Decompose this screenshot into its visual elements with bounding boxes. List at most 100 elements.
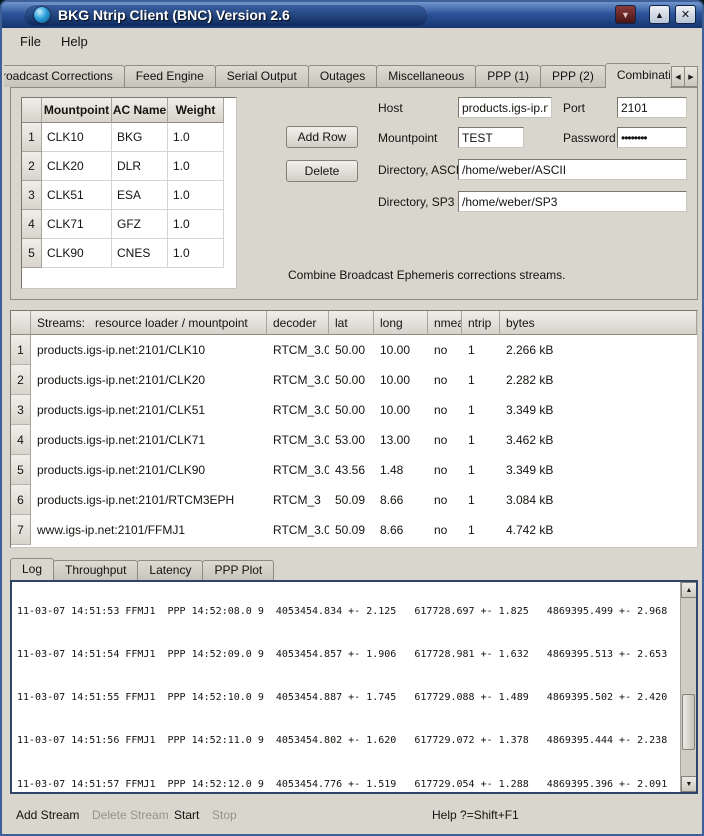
tab-ppp-1[interactable]: PPP (1)	[475, 65, 541, 87]
close-button[interactable]: ✕	[675, 5, 696, 24]
cell-nmea[interactable]: no	[428, 335, 462, 365]
cell-weight[interactable]: 1.0	[168, 123, 224, 152]
cell-decoder[interactable]: RTCM_3.0	[267, 515, 329, 545]
cell-mountpoint[interactable]: products.igs-ip.net:2101/CLK10	[31, 335, 267, 365]
cell-ac-name[interactable]: BKG	[112, 123, 168, 152]
cell-mountpoint[interactable]: products.igs-ip.net:2101/CLK20	[31, 365, 267, 395]
cell-mountpoint[interactable]: CLK90	[42, 239, 112, 268]
cell-long[interactable]: 8.66	[374, 485, 428, 515]
cell-nmea[interactable]: no	[428, 425, 462, 455]
stream-row[interactable]: 2 products.igs-ip.net:2101/CLK20 RTCM_3.…	[11, 365, 697, 395]
combination-table[interactable]: Mountpoint AC Name Weight 1 CLK10 BKG 1.…	[21, 97, 237, 289]
cell-mountpoint[interactable]: CLK71	[42, 210, 112, 239]
cell-long[interactable]: 1.48	[374, 455, 428, 485]
cell-long[interactable]: 8.66	[374, 515, 428, 545]
cell-ac-name[interactable]: GFZ	[112, 210, 168, 239]
scrollbar-thumb[interactable]	[682, 694, 695, 750]
col-header-weight[interactable]: Weight	[168, 98, 224, 123]
cell-bytes[interactable]: 3.349 kB	[500, 455, 697, 485]
cell-ntrip[interactable]: 1	[462, 485, 500, 515]
cell-mountpoint[interactable]: products.igs-ip.net:2101/CLK71	[31, 425, 267, 455]
col-header-ac-name[interactable]: AC Name	[112, 98, 168, 123]
cell-weight[interactable]: 1.0	[168, 210, 224, 239]
stream-row[interactable]: 6 products.igs-ip.net:2101/RTCM3EPH RTCM…	[11, 485, 697, 515]
col-header-bytes[interactable]: bytes	[500, 311, 697, 335]
col-header-long[interactable]: long	[374, 311, 428, 335]
cell-weight[interactable]: 1.0	[168, 152, 224, 181]
port-input[interactable]	[617, 97, 687, 118]
cell-mountpoint[interactable]: CLK51	[42, 181, 112, 210]
tab-ppp-plot[interactable]: PPP Plot	[202, 560, 274, 580]
cell-decoder[interactable]: RTCM_3.0	[267, 335, 329, 365]
col-header-lat[interactable]: lat	[329, 311, 374, 335]
scroll-down-icon[interactable]: ▼	[681, 776, 697, 792]
cell-lat[interactable]: 50.00	[329, 395, 374, 425]
cell-mountpoint[interactable]: www.igs-ip.net:2101/FFMJ1	[31, 515, 267, 545]
cell-nmea[interactable]: no	[428, 485, 462, 515]
tab-miscellaneous[interactable]: Miscellaneous	[376, 65, 476, 87]
cell-mountpoint[interactable]: CLK20	[42, 152, 112, 181]
tab-scroll-right-icon[interactable]: ▶	[684, 66, 698, 87]
cell-long[interactable]: 13.00	[374, 425, 428, 455]
col-header-ntrip[interactable]: ntrip	[462, 311, 500, 335]
col-header-mountpoint[interactable]: Streams: resource loader / mountpoint	[31, 311, 267, 335]
cell-bytes[interactable]: 3.084 kB	[500, 485, 697, 515]
mountpoint-input[interactable]	[458, 127, 524, 148]
cell-nmea[interactable]: no	[428, 515, 462, 545]
dir-ascii-input[interactable]	[458, 159, 687, 180]
maximize-button[interactable]: ▲	[649, 5, 670, 24]
delete-button[interactable]: Delete	[286, 160, 358, 182]
cell-nmea[interactable]: no	[428, 455, 462, 485]
cell-ntrip[interactable]: 1	[462, 455, 500, 485]
cell-weight[interactable]: 1.0	[168, 239, 224, 268]
table-row[interactable]: 3 CLK51 ESA 1.0	[22, 181, 236, 210]
cell-lat[interactable]: 43.56	[329, 455, 374, 485]
col-header-decoder[interactable]: decoder	[267, 311, 329, 335]
col-header-nmea[interactable]: nmea	[428, 311, 462, 335]
menu-help[interactable]: Help	[51, 30, 98, 53]
titlebar[interactable]: BKG Ntrip Client (BNC) Version 2.6 ▼ ▲ ✕	[2, 2, 702, 28]
start-button[interactable]: Start	[174, 808, 199, 822]
cell-lat[interactable]: 50.00	[329, 335, 374, 365]
table-row[interactable]: 2 CLK20 DLR 1.0	[22, 152, 236, 181]
cell-ntrip[interactable]: 1	[462, 515, 500, 545]
cell-bytes[interactable]: 4.742 kB	[500, 515, 697, 545]
password-input[interactable]	[617, 127, 687, 148]
cell-lat[interactable]: 50.09	[329, 485, 374, 515]
streams-table[interactable]: Streams: resource loader / mountpoint de…	[10, 310, 698, 548]
cell-decoder[interactable]: RTCM_3.0	[267, 455, 329, 485]
cell-ac-name[interactable]: ESA	[112, 181, 168, 210]
tab-log[interactable]: Log	[10, 558, 54, 580]
cell-decoder[interactable]: RTCM_3.0	[267, 365, 329, 395]
cell-weight[interactable]: 1.0	[168, 181, 224, 210]
cell-ntrip[interactable]: 1	[462, 395, 500, 425]
cell-ac-name[interactable]: CNES	[112, 239, 168, 268]
cell-mountpoint[interactable]: products.igs-ip.net:2101/RTCM3EPH	[31, 485, 267, 515]
log-scrollbar[interactable]: ▲ ▼	[680, 582, 696, 792]
cell-nmea[interactable]: no	[428, 365, 462, 395]
cell-lat[interactable]: 53.00	[329, 425, 374, 455]
cell-mountpoint[interactable]: CLK10	[42, 123, 112, 152]
table-row[interactable]: 5 CLK90 CNES 1.0	[22, 239, 236, 268]
add-row-button[interactable]: Add Row	[286, 126, 358, 148]
dir-sp3-input[interactable]	[458, 191, 687, 212]
scroll-up-icon[interactable]: ▲	[681, 582, 697, 598]
tab-throughput[interactable]: Throughput	[53, 560, 138, 580]
tab-latency[interactable]: Latency	[137, 560, 203, 580]
table-row[interactable]: 4 CLK71 GFZ 1.0	[22, 210, 236, 239]
tab-ppp-2[interactable]: PPP (2)	[540, 65, 606, 87]
tab-scroll-left-icon[interactable]: ◀	[671, 66, 685, 87]
stream-row[interactable]: 4 products.igs-ip.net:2101/CLK71 RTCM_3.…	[11, 425, 697, 455]
cell-long[interactable]: 10.00	[374, 365, 428, 395]
table-row[interactable]: 1 CLK10 BKG 1.0	[22, 123, 236, 152]
cell-long[interactable]: 10.00	[374, 335, 428, 365]
cell-nmea[interactable]: no	[428, 395, 462, 425]
cell-mountpoint[interactable]: products.igs-ip.net:2101/CLK90	[31, 455, 267, 485]
cell-lat[interactable]: 50.09	[329, 515, 374, 545]
cell-bytes[interactable]: 3.349 kB	[500, 395, 697, 425]
cell-lat[interactable]: 50.00	[329, 365, 374, 395]
menu-file[interactable]: File	[10, 30, 51, 53]
col-header-mountpoint[interactable]: Mountpoint	[42, 98, 112, 123]
cell-bytes[interactable]: 2.266 kB	[500, 335, 697, 365]
cell-ntrip[interactable]: 1	[462, 425, 500, 455]
